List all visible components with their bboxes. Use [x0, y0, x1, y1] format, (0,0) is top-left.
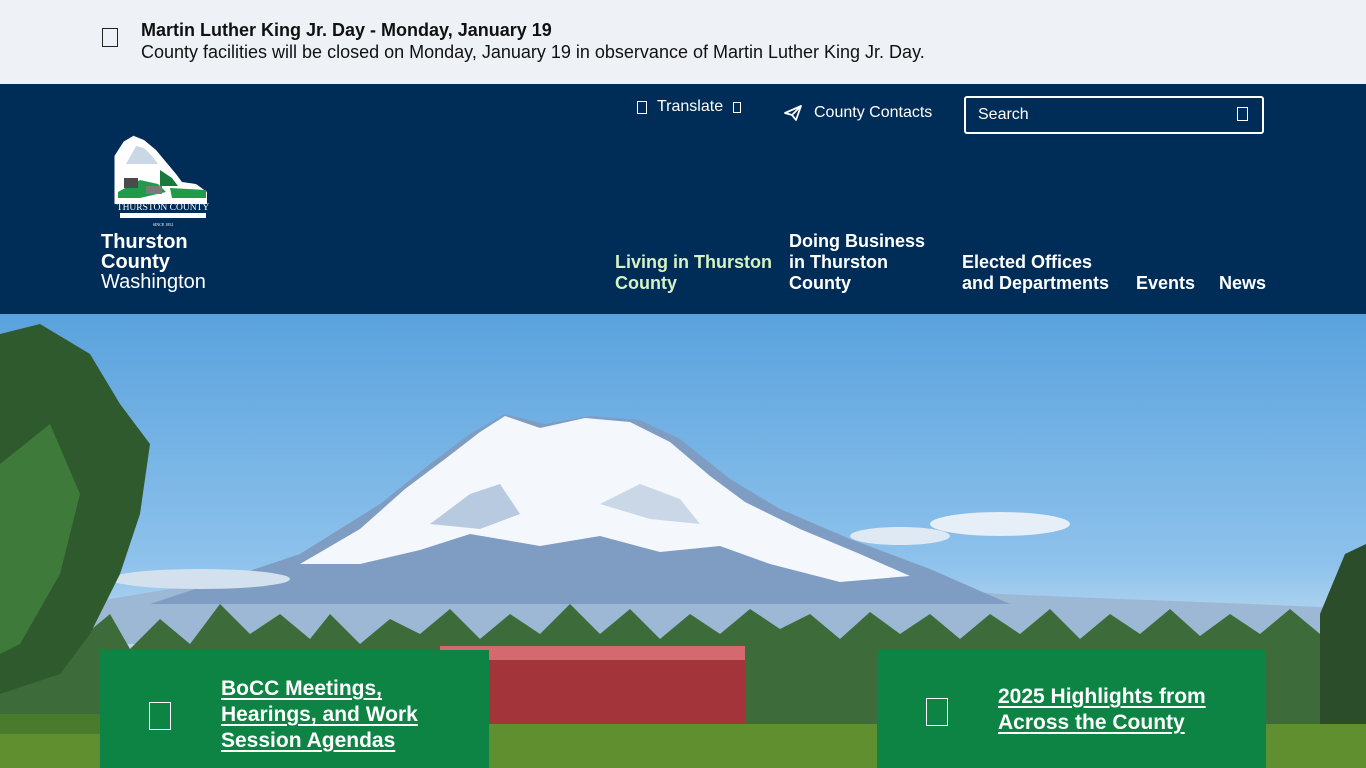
card-2025-highlights[interactable]: 2025 Highlights from Across the County [877, 650, 1266, 768]
svg-text:SINCE 1852: SINCE 1852 [153, 222, 174, 227]
document-icon [149, 702, 171, 730]
site-header: THURSTON COUNTY SINCE 1852 Thurston Coun… [0, 84, 1366, 314]
alert-body: County facilities will be closed on Mond… [141, 42, 925, 62]
county-contacts-label: County Contacts [814, 104, 933, 121]
nav-doing-business[interactable]: Doing Business in Thurston County [789, 231, 939, 294]
card-2025-highlights-label: 2025 Highlights from Across the County [998, 685, 1206, 734]
county-contacts-link[interactable]: County Contacts [784, 104, 932, 122]
card-bocc-meetings[interactable]: BoCC Meetings, Hearings, and Work Sessio… [100, 650, 489, 768]
alert-icon [102, 28, 118, 47]
alert-banner: Martin Luther King Jr. Day - Monday, Jan… [0, 0, 1366, 84]
nav-living-in-thurston-county[interactable]: Living in Thurston County [615, 252, 775, 294]
chevron-down-icon [733, 101, 742, 113]
paper-plane-icon [784, 105, 802, 121]
county-logo-emblem: THURSTON COUNTY SINCE 1852 [114, 135, 210, 227]
search-icon[interactable] [1237, 107, 1248, 121]
hero-image: BoCC Meetings, Hearings, and Work Sessio… [0, 314, 1366, 768]
globe-icon [637, 100, 647, 114]
document-icon [926, 698, 948, 726]
alert-title: Martin Luther King Jr. Day - Monday, Jan… [141, 20, 552, 40]
nav-events[interactable]: Events [1136, 273, 1195, 294]
search-input[interactable] [966, 98, 1226, 132]
county-name: Thurston County Washington [101, 231, 206, 293]
nav-news[interactable]: News [1219, 273, 1266, 294]
card-bocc-meetings-label: BoCC Meetings, Hearings, and Work Sessio… [221, 677, 418, 752]
translate-button[interactable]: Translate [637, 98, 742, 116]
nav-elected-offices[interactable]: Elected Offices and Departments [962, 252, 1122, 294]
svg-text:THURSTON COUNTY: THURSTON COUNTY [117, 203, 210, 213]
search-form [964, 96, 1264, 134]
translate-label: Translate [657, 98, 724, 115]
